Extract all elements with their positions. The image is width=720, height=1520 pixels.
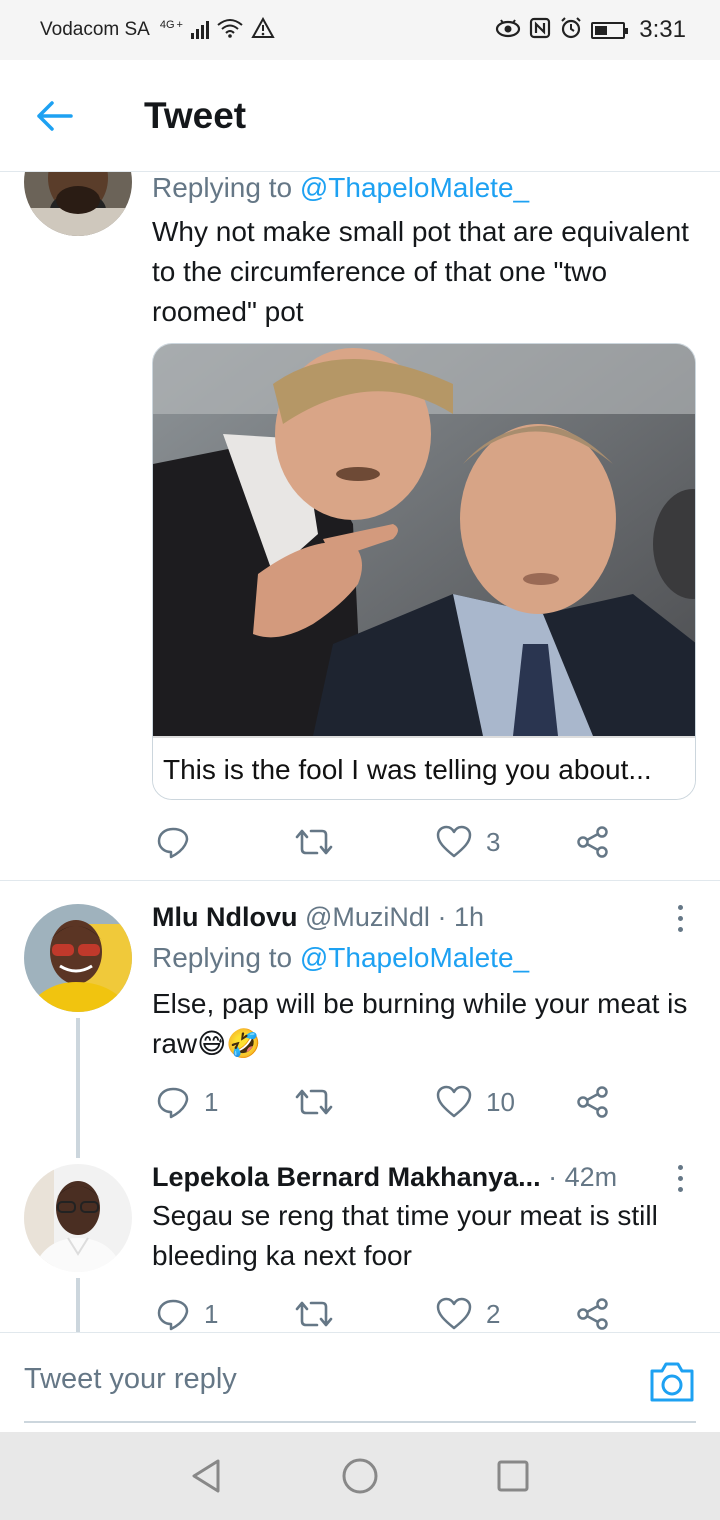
wifi-icon (217, 18, 243, 43)
status-left: Vodacom SA 4G + (40, 16, 275, 44)
tweet-time: · 1h (437, 902, 484, 932)
tweet-media[interactable]: This is the fool I was telling you about… (152, 343, 696, 800)
signal-icon (190, 21, 209, 39)
nav-home-button[interactable] (340, 1456, 380, 1496)
tweet-author[interactable]: Mlu Ndlovu @MuziNdl · 1h (152, 902, 484, 933)
author-name[interactable]: Mlu Ndlovu (152, 902, 297, 932)
share-icon (577, 1298, 608, 1330)
system-nav-bar (0, 1432, 720, 1520)
arrow-left-icon (37, 100, 73, 131)
reply-icon (157, 827, 189, 859)
tweet-author[interactable]: Lepekola Bernard Makhanya... · 42m (152, 1162, 617, 1193)
status-bar: Vodacom SA 4G + 3:31 (0, 0, 720, 60)
retweet-icon (295, 1301, 333, 1327)
reply-icon (157, 1087, 189, 1119)
thread-line (76, 1018, 80, 1158)
nav-recents-button[interactable] (493, 1456, 533, 1496)
reply-button[interactable]: 1 (156, 1294, 218, 1332)
tweet-actions: 3 (152, 822, 672, 862)
like-button[interactable]: 10 (436, 1082, 515, 1122)
tweet-text: Segau se reng that time your meat is sti… (152, 1200, 658, 1271)
alarm-icon (559, 16, 583, 45)
more-options-button[interactable] (668, 898, 692, 938)
tweet-time: · 42m (548, 1162, 618, 1192)
like-count: 3 (486, 826, 501, 857)
tweet-actions: 1 2 (152, 1294, 672, 1332)
warning-icon (251, 16, 275, 44)
share-button[interactable] (576, 1082, 610, 1122)
app-header: Tweet (0, 60, 720, 172)
like-count: 10 (486, 1086, 515, 1117)
author-handle[interactable]: @MuziNdl (305, 902, 430, 932)
retweet-button[interactable] (294, 1294, 348, 1332)
camera-button[interactable] (648, 1359, 696, 1405)
heart-icon (436, 825, 472, 858)
mention-link[interactable]: @ThapeloMalete_ (300, 172, 529, 203)
thread-line (76, 1278, 80, 1332)
eye-comfort-icon (495, 18, 521, 43)
retweet-button[interactable] (294, 1082, 348, 1122)
share-icon (577, 826, 608, 858)
retweet-button[interactable] (294, 822, 348, 862)
avatar[interactable] (24, 904, 132, 1012)
status-right: 3:31 (495, 16, 686, 45)
tweet-text: Why not make small pot that are equivale… (152, 216, 689, 327)
mention-link[interactable]: @ThapeloMalete_ (300, 942, 529, 973)
like-count: 2 (486, 1298, 501, 1329)
replying-to: Replying to @ThapeloMalete_ (152, 942, 530, 973)
reply-icon (157, 1299, 189, 1331)
carrier-name: Vodacom SA (40, 19, 150, 40)
reply-input[interactable]: Tweet your reply (24, 1363, 237, 1396)
more-options-button[interactable] (668, 1158, 692, 1198)
heart-icon (436, 1085, 472, 1118)
reply-count: 1 (204, 1086, 219, 1117)
nfc-icon (529, 17, 551, 44)
retweet-icon (295, 1089, 333, 1115)
like-button[interactable]: 3 (436, 822, 500, 862)
avatar[interactable] (24, 1164, 132, 1272)
meme-image (153, 344, 695, 736)
input-underline (24, 1421, 696, 1423)
nav-back-button[interactable] (186, 1456, 226, 1496)
replying-to: Replying to @ThapeloMalete_ (152, 172, 530, 203)
camera-icon (650, 1362, 694, 1402)
like-button[interactable]: 2 (436, 1294, 500, 1332)
square-recents-icon (497, 1460, 529, 1492)
reply-composer: Tweet your reply (0, 1332, 720, 1432)
meme-caption: This is the fool I was telling you about… (153, 736, 695, 799)
reply-button[interactable]: 1 (156, 1082, 218, 1122)
back-button[interactable] (20, 86, 90, 146)
page-title: Tweet (144, 94, 247, 136)
author-name[interactable]: Lepekola Bernard Makhanya... (152, 1162, 541, 1192)
battery-icon (591, 21, 629, 39)
share-button[interactable] (576, 1294, 610, 1332)
retweet-icon (295, 829, 333, 855)
reply-count: 1 (204, 1298, 219, 1329)
triangle-back-icon (192, 1459, 220, 1493)
tweet-feed[interactable]: Replying to @ThapeloMalete_ Why not make… (0, 172, 720, 1332)
tweet-actions: 1 10 (152, 1082, 672, 1122)
heart-icon (436, 1297, 472, 1330)
network-type: 4G + (159, 18, 183, 31)
status-time: 3:31 (639, 16, 686, 43)
share-button[interactable] (576, 822, 610, 862)
tweet-text: Else, pap will be burning while your mea… (152, 988, 688, 1059)
avatar[interactable] (24, 172, 132, 236)
share-icon (577, 1086, 608, 1118)
divider (0, 880, 720, 881)
reply-button[interactable] (156, 822, 204, 862)
circle-home-icon (342, 1458, 378, 1494)
